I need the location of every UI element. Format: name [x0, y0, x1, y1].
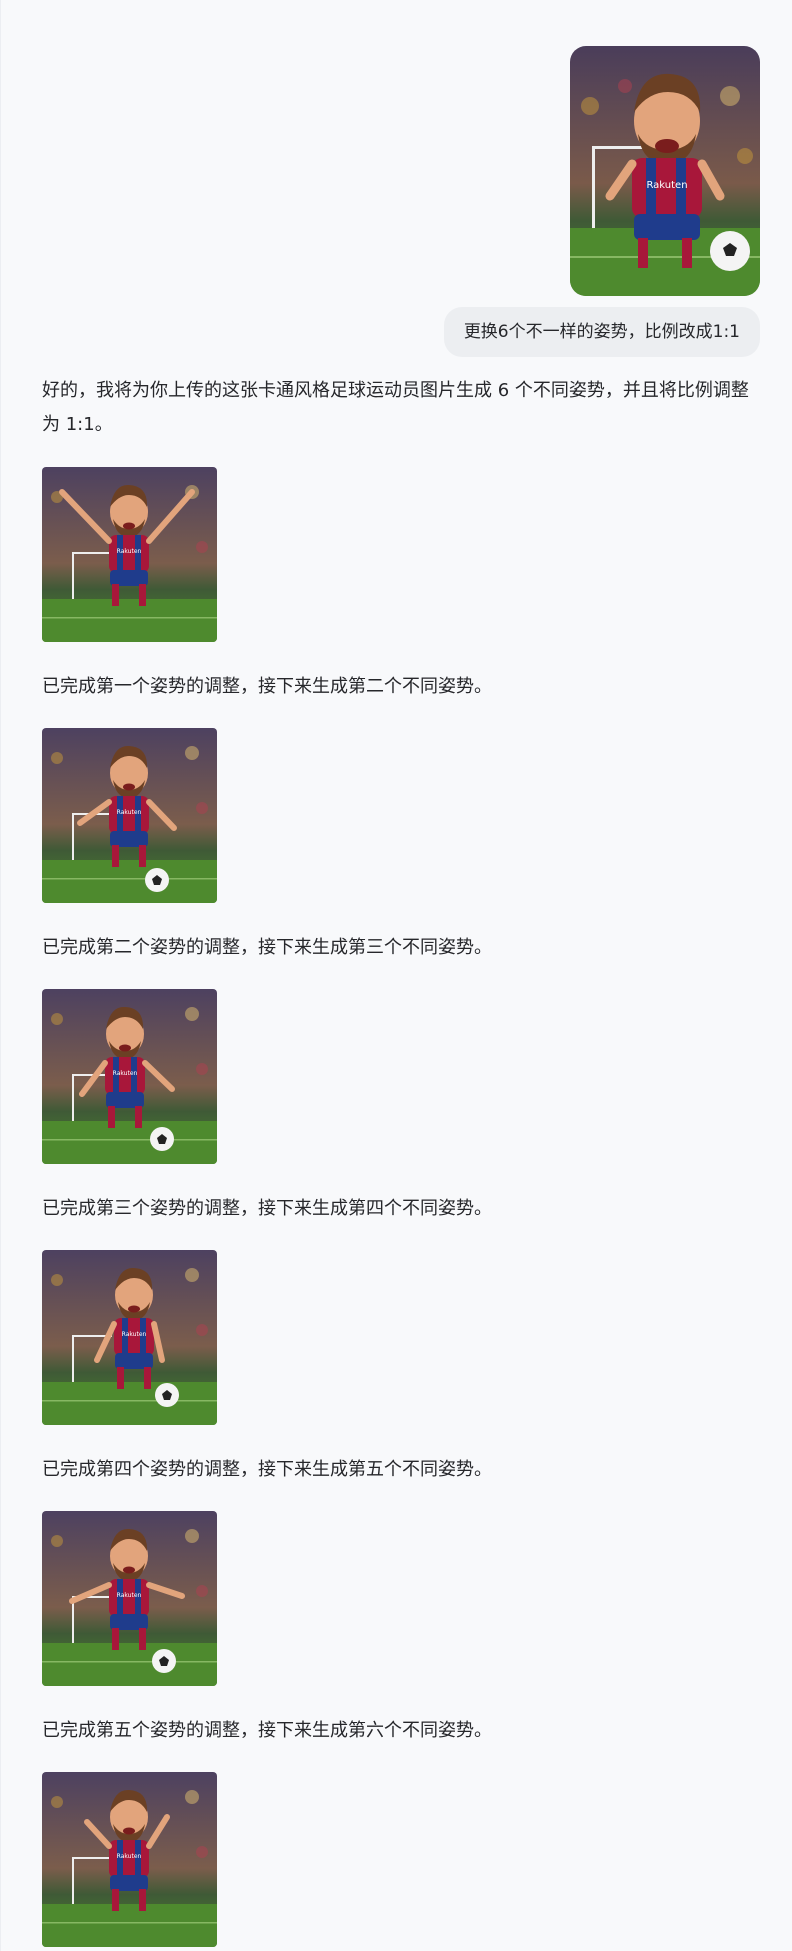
- generated-image-2[interactable]: Rakuten: [42, 728, 217, 903]
- svg-text:Rakuten: Rakuten: [117, 1592, 142, 1599]
- generated-image-6[interactable]: Rakuten: [42, 1772, 217, 1947]
- user-message-bubble: 更换6个不一样的姿势，比例改成1:1: [443, 307, 760, 357]
- conversation-border: [0, 0, 1, 1951]
- progress-status-text: 已完成第四个姿势的调整，接下来生成第五个不同姿势。: [42, 1459, 492, 1480]
- svg-text:Rakuten: Rakuten: [117, 809, 142, 816]
- jersey-sponsor-text: Rakuten: [646, 180, 687, 191]
- assistant-reply-text: 好的，我将为你上传的这张卡通风格足球运动员图片生成 6 个不同姿势，并且将比例调…: [42, 380, 749, 435]
- svg-text:Rakuten: Rakuten: [117, 548, 142, 555]
- svg-text:Rakuten: Rakuten: [122, 1331, 147, 1338]
- svg-text:Rakuten: Rakuten: [113, 1070, 138, 1077]
- progress-status-text: 已完成第五个姿势的调整，接下来生成第六个不同姿势。: [42, 1720, 492, 1741]
- generated-image-4[interactable]: Rakuten: [42, 1250, 217, 1425]
- user-message-text: 更换6个不一样的姿势，比例改成1:1: [463, 322, 740, 342]
- progress-status-text: 已完成第三个姿势的调整，接下来生成第四个不同姿势。: [42, 1198, 492, 1219]
- progress-status-text: 已完成第二个姿势的调整，接下来生成第三个不同姿势。: [42, 937, 492, 958]
- generated-image-3[interactable]: Rakuten: [42, 989, 217, 1164]
- svg-text:Rakuten: Rakuten: [117, 1853, 142, 1860]
- generated-image-1[interactable]: Rakuten: [42, 467, 217, 642]
- generated-image-5[interactable]: Rakuten: [42, 1511, 217, 1686]
- progress-status-text: 已完成第一个姿势的调整，接下来生成第二个不同姿势。: [42, 676, 492, 697]
- user-uploaded-image[interactable]: Rakuten: [570, 46, 760, 296]
